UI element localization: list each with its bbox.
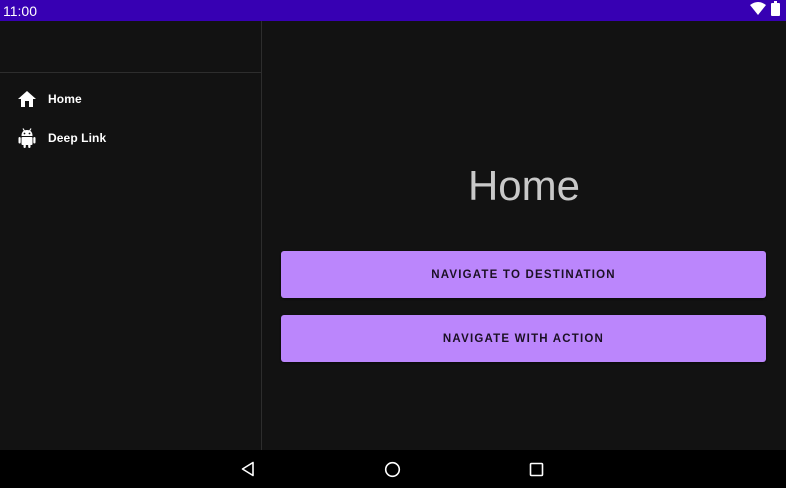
status-bar: 11:00 [0, 0, 786, 21]
recents-icon[interactable] [527, 460, 545, 478]
drawer-header [0, 21, 261, 73]
battery-icon [771, 0, 780, 21]
status-time: 11:00 [3, 3, 37, 19]
main-content: Home NAVIGATE TO DESTINATION NAVIGATE WI… [262, 21, 786, 450]
drawer-item-home[interactable]: Home [0, 79, 261, 118]
status-icons [750, 0, 780, 21]
drawer-item-deep-link[interactable]: Deep Link [0, 118, 261, 157]
back-icon[interactable] [239, 460, 257, 478]
home-circle-icon[interactable] [383, 460, 401, 478]
page-title: Home [467, 162, 581, 209]
navigate-to-destination-button[interactable]: NAVIGATE TO DESTINATION [281, 251, 766, 298]
drawer-item-label: Home [48, 91, 82, 106]
navigate-with-action-button[interactable]: NAVIGATE WITH ACTION [281, 315, 766, 362]
system-navigation-bar [0, 450, 786, 488]
home-icon [17, 89, 37, 109]
android-icon [17, 127, 37, 148]
drawer-item-label: Deep Link [48, 130, 107, 145]
navigation-drawer: Home Deep Link [0, 21, 262, 450]
app-window: Home Deep Link Home NAVIGATE TO DESTINAT… [0, 21, 786, 450]
wifi-icon [750, 1, 766, 20]
